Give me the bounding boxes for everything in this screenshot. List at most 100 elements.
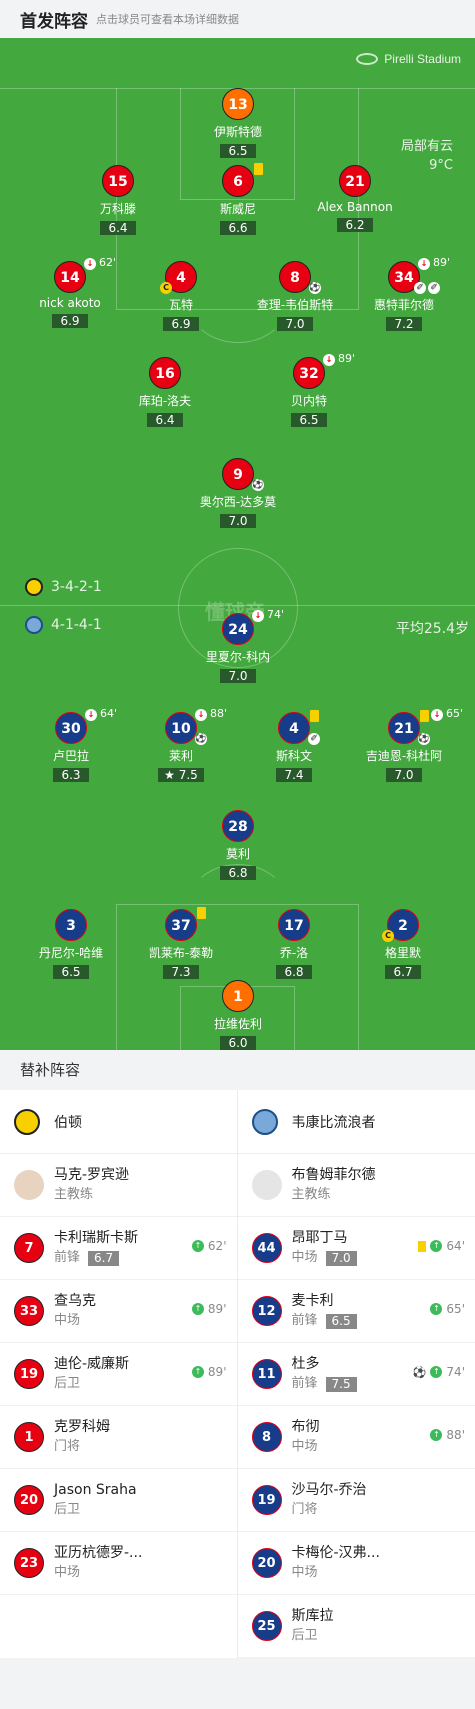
sub-number: 19 bbox=[14, 1359, 44, 1389]
away-sub-row[interactable]: 11 杜多 前锋 7.5 ⚽ ↑ 74' bbox=[237, 1343, 475, 1406]
sub-position: 门将 bbox=[291, 1502, 318, 1517]
home-player-def-2[interactable]: 6 斯威尼 6.6 bbox=[173, 163, 303, 236]
away-sub-row[interactable]: 25 斯库拉 后卫 bbox=[237, 1595, 475, 1658]
player-rating: 6.0 bbox=[220, 1036, 256, 1050]
sub-in-icon: ↑ bbox=[191, 1303, 204, 1315]
yellow-card-icon bbox=[254, 163, 263, 175]
sub-rating: 6.5 bbox=[325, 1313, 357, 1329]
sub-event: ⚽ ↑ 74' bbox=[413, 1365, 465, 1379]
coach-name: 布鲁姆菲尔德 bbox=[291, 1167, 376, 1183]
stadium-info: Pirelli Stadium bbox=[356, 52, 461, 66]
player-number: 13 bbox=[222, 88, 254, 120]
home-player-fw[interactable]: 9 ⚽ 奥尔西-达多莫 7.0 bbox=[173, 458, 303, 529]
yellow-card-icon bbox=[310, 710, 319, 722]
home-player-mid-2[interactable]: 4 C 瓦特 6.9 bbox=[116, 261, 246, 332]
player-name: 莫利 bbox=[225, 847, 250, 861]
sub-position: 中场 bbox=[54, 1565, 81, 1580]
sub-name: 沙马尔-乔治 bbox=[291, 1482, 367, 1498]
home-player-def-1[interactable]: 15 万科滕 6.4 bbox=[53, 165, 183, 236]
sub-position: 前锋 bbox=[291, 1376, 318, 1391]
home-player-am-1[interactable]: 16 库珀-洛夫 6.4 bbox=[100, 357, 230, 428]
sub-event: ↑ 88' bbox=[430, 1428, 465, 1442]
goal-icon: ⚽ bbox=[309, 282, 321, 294]
away-team-row[interactable]: 韦康比流浪者 bbox=[237, 1090, 475, 1154]
home-sub-row[interactable]: 1 克罗科姆 门将 bbox=[0, 1406, 237, 1469]
sub-minute: 65' bbox=[446, 707, 464, 720]
sub-name: 查乌克 bbox=[54, 1293, 96, 1309]
sub-number: 25 bbox=[251, 1611, 282, 1641]
home-formation: 3-4-2-1 bbox=[25, 578, 102, 596]
player-rating: 6.9 bbox=[163, 317, 199, 331]
player-name: 斯威尼 bbox=[219, 202, 256, 216]
subs-panel: 伯顿 马克-罗宾逊 主教练 7 卡利瑞斯卡斯 前锋 6.7 ↑ 62' 33 查乌克… bbox=[0, 1090, 475, 1658]
captain-icon: C bbox=[160, 282, 172, 294]
away-player-def-4[interactable]: 2 C 格里默 6.7 bbox=[338, 909, 468, 980]
away-sub-row[interactable]: 12 麦卡利 前锋 6.5 ↑ 65' bbox=[237, 1280, 475, 1343]
sub-rating: 7.0 bbox=[325, 1250, 357, 1266]
player-name: 吉迪恩-科杜阿 bbox=[365, 749, 443, 763]
player-number: 37 bbox=[165, 909, 197, 941]
home-sub-row[interactable]: 33 查乌克 中场 ↑ 89' bbox=[0, 1280, 237, 1343]
sub-out-icon: ↓ bbox=[431, 709, 443, 721]
sub-out-icon: ↓ bbox=[252, 610, 264, 622]
player-name: 格里默 bbox=[384, 946, 421, 960]
player-number: 17 bbox=[278, 909, 310, 941]
home-coach-row[interactable]: 马克-罗宾逊 主教练 bbox=[0, 1154, 237, 1217]
sub-in-icon: ↑ bbox=[430, 1240, 443, 1252]
home-player-mid-4[interactable]: 34 ↓ 89' ✐ ✐ 惠特菲尔德 7.2 bbox=[339, 256, 469, 332]
away-coach-row[interactable]: 布鲁姆菲尔德 主教练 bbox=[237, 1154, 475, 1217]
player-number: 32 bbox=[293, 357, 325, 389]
player-rating: 7.2 bbox=[386, 317, 422, 331]
away-sub-row[interactable]: 44 昂耶丁马 中场 7.0 ↑ 64' bbox=[237, 1217, 475, 1280]
home-team-row[interactable]: 伯顿 bbox=[0, 1090, 237, 1154]
sub-in-icon: ↑ bbox=[430, 1429, 443, 1441]
player-name: 凯莱布-泰勒 bbox=[148, 946, 214, 960]
section-hint: 点击球员可查看本场详细数据 bbox=[96, 13, 239, 26]
sub-in-icon: ↑ bbox=[191, 1366, 204, 1378]
player-name: 拉维佐利 bbox=[213, 1017, 262, 1031]
player-rating: 6.9 bbox=[52, 314, 88, 328]
sub-number: 23 bbox=[14, 1548, 44, 1578]
away-player-mid-4[interactable]: 21 ↓ 65' ⚽ 吉迪恩-科杜阿 7.0 bbox=[339, 707, 469, 783]
away-player-dm[interactable]: 28 莫利 6.8 bbox=[173, 810, 303, 881]
home-sub-row[interactable]: 23 亚历杭德罗-... 中场 bbox=[0, 1532, 237, 1595]
goal-icon: ⚽ bbox=[195, 733, 207, 745]
player-name: 库珀-洛夫 bbox=[138, 394, 192, 408]
subs-title: 替补阵容 bbox=[0, 1050, 475, 1090]
away-player-def-2[interactable]: 37 凯莱布-泰勒 7.3 bbox=[116, 907, 246, 980]
rating-value: 7.5 bbox=[178, 768, 198, 782]
home-sub-row[interactable]: 7 卡利瑞斯卡斯 前锋 6.7 ↑ 62' bbox=[0, 1217, 237, 1280]
sub-rating: 7.5 bbox=[325, 1376, 357, 1392]
player-name: Alex Bannon bbox=[317, 200, 393, 214]
player-rating: 7.0 bbox=[220, 514, 256, 528]
away-sub-row[interactable]: 20 卡梅伦-汉弗... 中场 bbox=[237, 1532, 475, 1595]
player-number: 6 bbox=[222, 165, 254, 197]
player-number: 10 bbox=[165, 712, 197, 744]
player-rating: 6.8 bbox=[276, 965, 312, 979]
sub-name: 克罗科姆 bbox=[54, 1419, 110, 1435]
player-number: 21 bbox=[388, 712, 420, 744]
player-number: 16 bbox=[149, 357, 181, 389]
home-team-name: 伯顿 bbox=[54, 1114, 82, 1131]
player-name: 莱利 bbox=[168, 749, 193, 763]
home-subs-column: 伯顿 马克-罗宾逊 主教练 7 卡利瑞斯卡斯 前锋 6.7 ↑ 62' 33 查乌克… bbox=[0, 1090, 238, 1658]
sub-minute: 88' bbox=[210, 707, 228, 720]
coach-name: 马克-罗宾逊 bbox=[54, 1167, 130, 1183]
home-sub-row[interactable]: 19 迪伦-威廉斯 后卫 ↑ 89' bbox=[0, 1343, 237, 1406]
away-player-fw[interactable]: 24 ↓ 74' 里夏尔-科内 7.0 bbox=[173, 608, 303, 684]
sub-position: 后卫 bbox=[54, 1502, 81, 1517]
home-player-def-3[interactable]: 21 Alex Bannon 6.2 bbox=[290, 165, 420, 233]
sub-name: 昂耶丁马 bbox=[291, 1230, 348, 1246]
player-rating: 6.2 bbox=[337, 218, 373, 232]
home-sub-row[interactable]: 20 Jason Sraha 后卫 bbox=[0, 1469, 237, 1532]
away-player-gk[interactable]: 1 拉维佐利 6.0 bbox=[173, 980, 303, 1050]
away-sub-row[interactable]: 8 布彻 中场 ↑ 88' bbox=[237, 1406, 475, 1469]
away-player-mid-2[interactable]: 10 ↓ 88' ⚽ 莱利 ★ 7.5 bbox=[116, 707, 246, 783]
sub-in-icon: ↑ bbox=[430, 1366, 443, 1378]
home-player-gk[interactable]: 13 伊斯特德 6.5 bbox=[173, 88, 303, 159]
away-sub-row[interactable]: 19 沙马尔-乔治 门将 bbox=[237, 1469, 475, 1532]
home-player-am-2[interactable]: 32 ↓ 89' 贝内特 6.5 bbox=[244, 352, 374, 428]
away-avg-age: 平均25.4岁 bbox=[395, 621, 469, 637]
stadium-icon bbox=[356, 53, 379, 65]
yellow-card-icon bbox=[197, 907, 206, 919]
